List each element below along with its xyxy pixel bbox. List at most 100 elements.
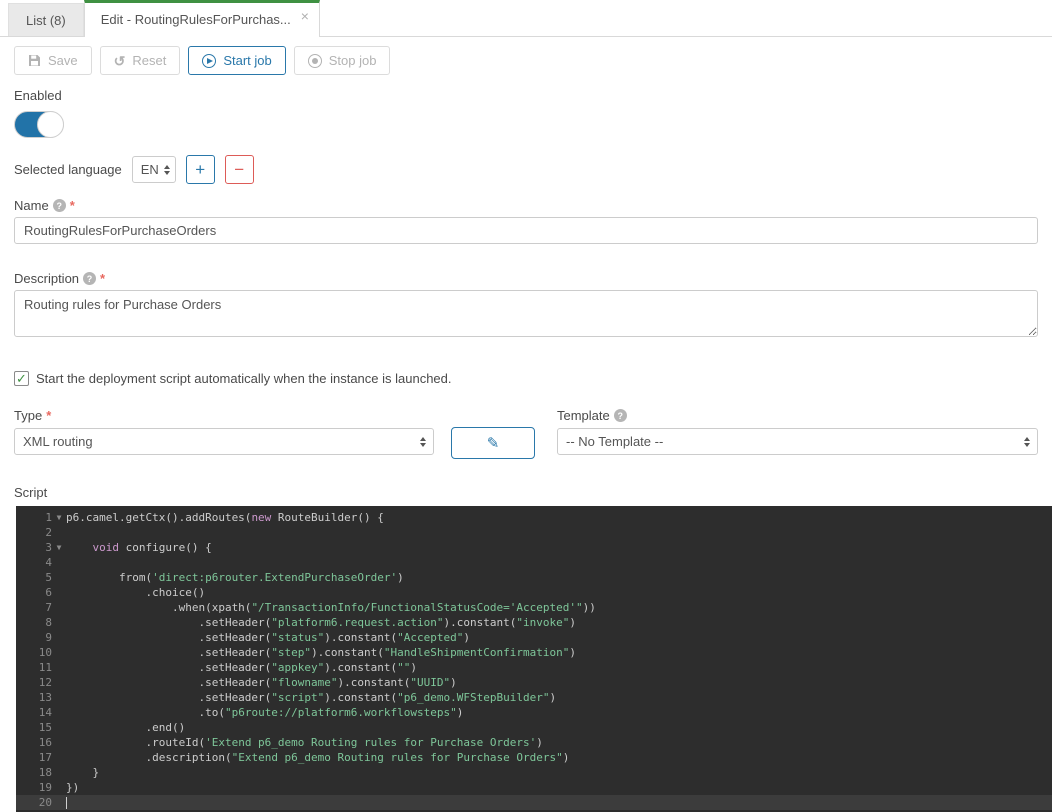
line-number: 18 xyxy=(16,765,52,780)
template-label: Template xyxy=(557,408,610,423)
code-line[interactable]: 1▼p6.camel.getCtx().addRoutes(new RouteB… xyxy=(16,510,1052,525)
template-column: Template ? -- No Template -- xyxy=(557,408,1038,455)
code-line[interactable]: 4 xyxy=(16,555,1052,570)
type-select[interactable]: XML routing xyxy=(14,428,434,455)
line-number: 5 xyxy=(16,570,52,585)
code-line[interactable]: 10 .setHeader("step").constant("HandleSh… xyxy=(16,645,1052,660)
save-label: Save xyxy=(48,53,78,68)
fold-gutter xyxy=(52,675,66,690)
name-label-row: Name ? * xyxy=(14,198,1038,213)
description-textarea[interactable]: Routing rules for Purchase Orders xyxy=(14,290,1038,337)
reset-button[interactable]: ↺ Reset xyxy=(100,46,181,75)
description-label-row: Description ? * xyxy=(14,271,1038,286)
code-line[interactable]: 3▼ void configure() { xyxy=(16,540,1052,555)
language-select[interactable]: EN xyxy=(132,156,176,183)
code-text: .when(xpath("/TransactionInfo/Functional… xyxy=(66,600,596,615)
language-value: EN xyxy=(141,162,159,177)
code-line[interactable]: 16 .routeId('Extend p6_demo Routing rule… xyxy=(16,735,1052,750)
autostart-label: Start the deployment script automaticall… xyxy=(36,371,452,386)
name-label: Name xyxy=(14,198,49,213)
code-text: } xyxy=(66,765,99,780)
code-lines: 1▼p6.camel.getCtx().addRoutes(new RouteB… xyxy=(16,510,1052,810)
fold-gutter xyxy=(52,570,66,585)
help-icon[interactable]: ? xyxy=(83,272,96,285)
line-number: 4 xyxy=(16,555,52,570)
selected-language-label: Selected language xyxy=(14,162,122,177)
line-number: 9 xyxy=(16,630,52,645)
code-line[interactable]: 20 xyxy=(16,795,1052,810)
fold-gutter xyxy=(52,720,66,735)
fold-gutter xyxy=(52,630,66,645)
type-column: Type * XML routing xyxy=(14,408,434,455)
code-line[interactable]: 15 .end() xyxy=(16,720,1052,735)
code-line[interactable]: 18 } xyxy=(16,765,1052,780)
tab-edit[interactable]: Edit - RoutingRulesForPurchas... × xyxy=(84,0,320,37)
enabled-label: Enabled xyxy=(14,88,1038,103)
toolbar: Save ↺ Reset Start job Stop job xyxy=(0,37,1052,75)
tab-bar: List (8) Edit - RoutingRulesForPurchas..… xyxy=(0,0,1052,37)
code-line[interactable]: 5 from('direct:p6router.ExtendPurchaseOr… xyxy=(16,570,1052,585)
save-icon xyxy=(28,54,41,67)
code-line[interactable]: 13 .setHeader("script").constant("p6_dem… xyxy=(16,690,1052,705)
edit-type-button[interactable]: ✎ xyxy=(451,427,535,459)
line-number: 15 xyxy=(16,720,52,735)
line-number: 13 xyxy=(16,690,52,705)
code-line[interactable]: 2 xyxy=(16,525,1052,540)
code-line[interactable]: 7 .when(xpath("/TransactionInfo/Function… xyxy=(16,600,1052,615)
fold-gutter xyxy=(52,750,66,765)
code-line[interactable]: 17 .description("Extend p6_demo Routing … xyxy=(16,750,1052,765)
type-template-row: Type * XML routing ✎ Template ? xyxy=(14,408,1038,459)
fold-gutter xyxy=(52,735,66,750)
fold-arrow-icon[interactable]: ▼ xyxy=(52,510,66,525)
add-language-button[interactable]: + xyxy=(186,155,215,184)
line-number: 3 xyxy=(16,540,52,555)
description-label: Description xyxy=(14,271,79,286)
code-line[interactable]: 12 .setHeader("flowname").constant("UUID… xyxy=(16,675,1052,690)
stop-job-button[interactable]: Stop job xyxy=(294,46,391,75)
code-text: .routeId('Extend p6_demo Routing rules f… xyxy=(66,735,543,750)
code-line[interactable]: 19}) xyxy=(16,780,1052,795)
fold-gutter xyxy=(52,795,66,810)
start-job-button[interactable]: Start job xyxy=(188,46,285,75)
required-marker: * xyxy=(46,408,51,423)
code-text: .setHeader("platform6.request.action").c… xyxy=(66,615,576,630)
save-button[interactable]: Save xyxy=(14,46,92,75)
help-icon[interactable]: ? xyxy=(53,199,66,212)
line-number: 2 xyxy=(16,525,52,540)
reset-label: Reset xyxy=(132,53,166,68)
edit-form: Enabled Selected language EN + − Name ? … xyxy=(0,88,1052,500)
name-input[interactable] xyxy=(14,217,1038,244)
script-label: Script xyxy=(14,485,1038,500)
code-line[interactable]: 11 .setHeader("appkey").constant("") xyxy=(16,660,1052,675)
stop-job-label: Stop job xyxy=(329,53,377,68)
close-icon[interactable]: × xyxy=(301,10,309,22)
template-select[interactable]: -- No Template -- xyxy=(557,428,1038,455)
tab-list[interactable]: List (8) xyxy=(8,3,84,36)
line-number: 16 xyxy=(16,735,52,750)
code-line[interactable]: 14 .to("p6route://platform6.workflowstep… xyxy=(16,705,1052,720)
fold-gutter xyxy=(52,765,66,780)
template-label-row: Template ? xyxy=(557,408,1038,423)
enabled-toggle[interactable] xyxy=(14,111,64,138)
script-code-editor[interactable]: 1▼p6.camel.getCtx().addRoutes(new RouteB… xyxy=(16,506,1052,812)
remove-language-button[interactable]: − xyxy=(225,155,254,184)
line-number: 1 xyxy=(16,510,52,525)
code-text: }) xyxy=(66,780,79,795)
help-icon[interactable]: ? xyxy=(614,409,627,422)
code-line[interactable]: 8 .setHeader("platform6.request.action")… xyxy=(16,615,1052,630)
code-text xyxy=(66,795,67,810)
autostart-checkbox[interactable]: ✓ xyxy=(14,371,29,386)
fold-arrow-icon[interactable]: ▼ xyxy=(52,540,66,555)
code-text: .setHeader("flowname").constant("UUID") xyxy=(66,675,457,690)
code-line[interactable]: 9 .setHeader("status").constant("Accepte… xyxy=(16,630,1052,645)
fold-gutter xyxy=(52,600,66,615)
fold-gutter xyxy=(52,705,66,720)
reset-icon: ↺ xyxy=(114,54,126,68)
fold-gutter xyxy=(52,615,66,630)
fold-gutter xyxy=(52,525,66,540)
line-number: 12 xyxy=(16,675,52,690)
select-stepper-icon xyxy=(164,165,170,175)
fold-gutter xyxy=(52,780,66,795)
code-text: .setHeader("appkey").constant("") xyxy=(66,660,417,675)
code-line[interactable]: 6 .choice() xyxy=(16,585,1052,600)
